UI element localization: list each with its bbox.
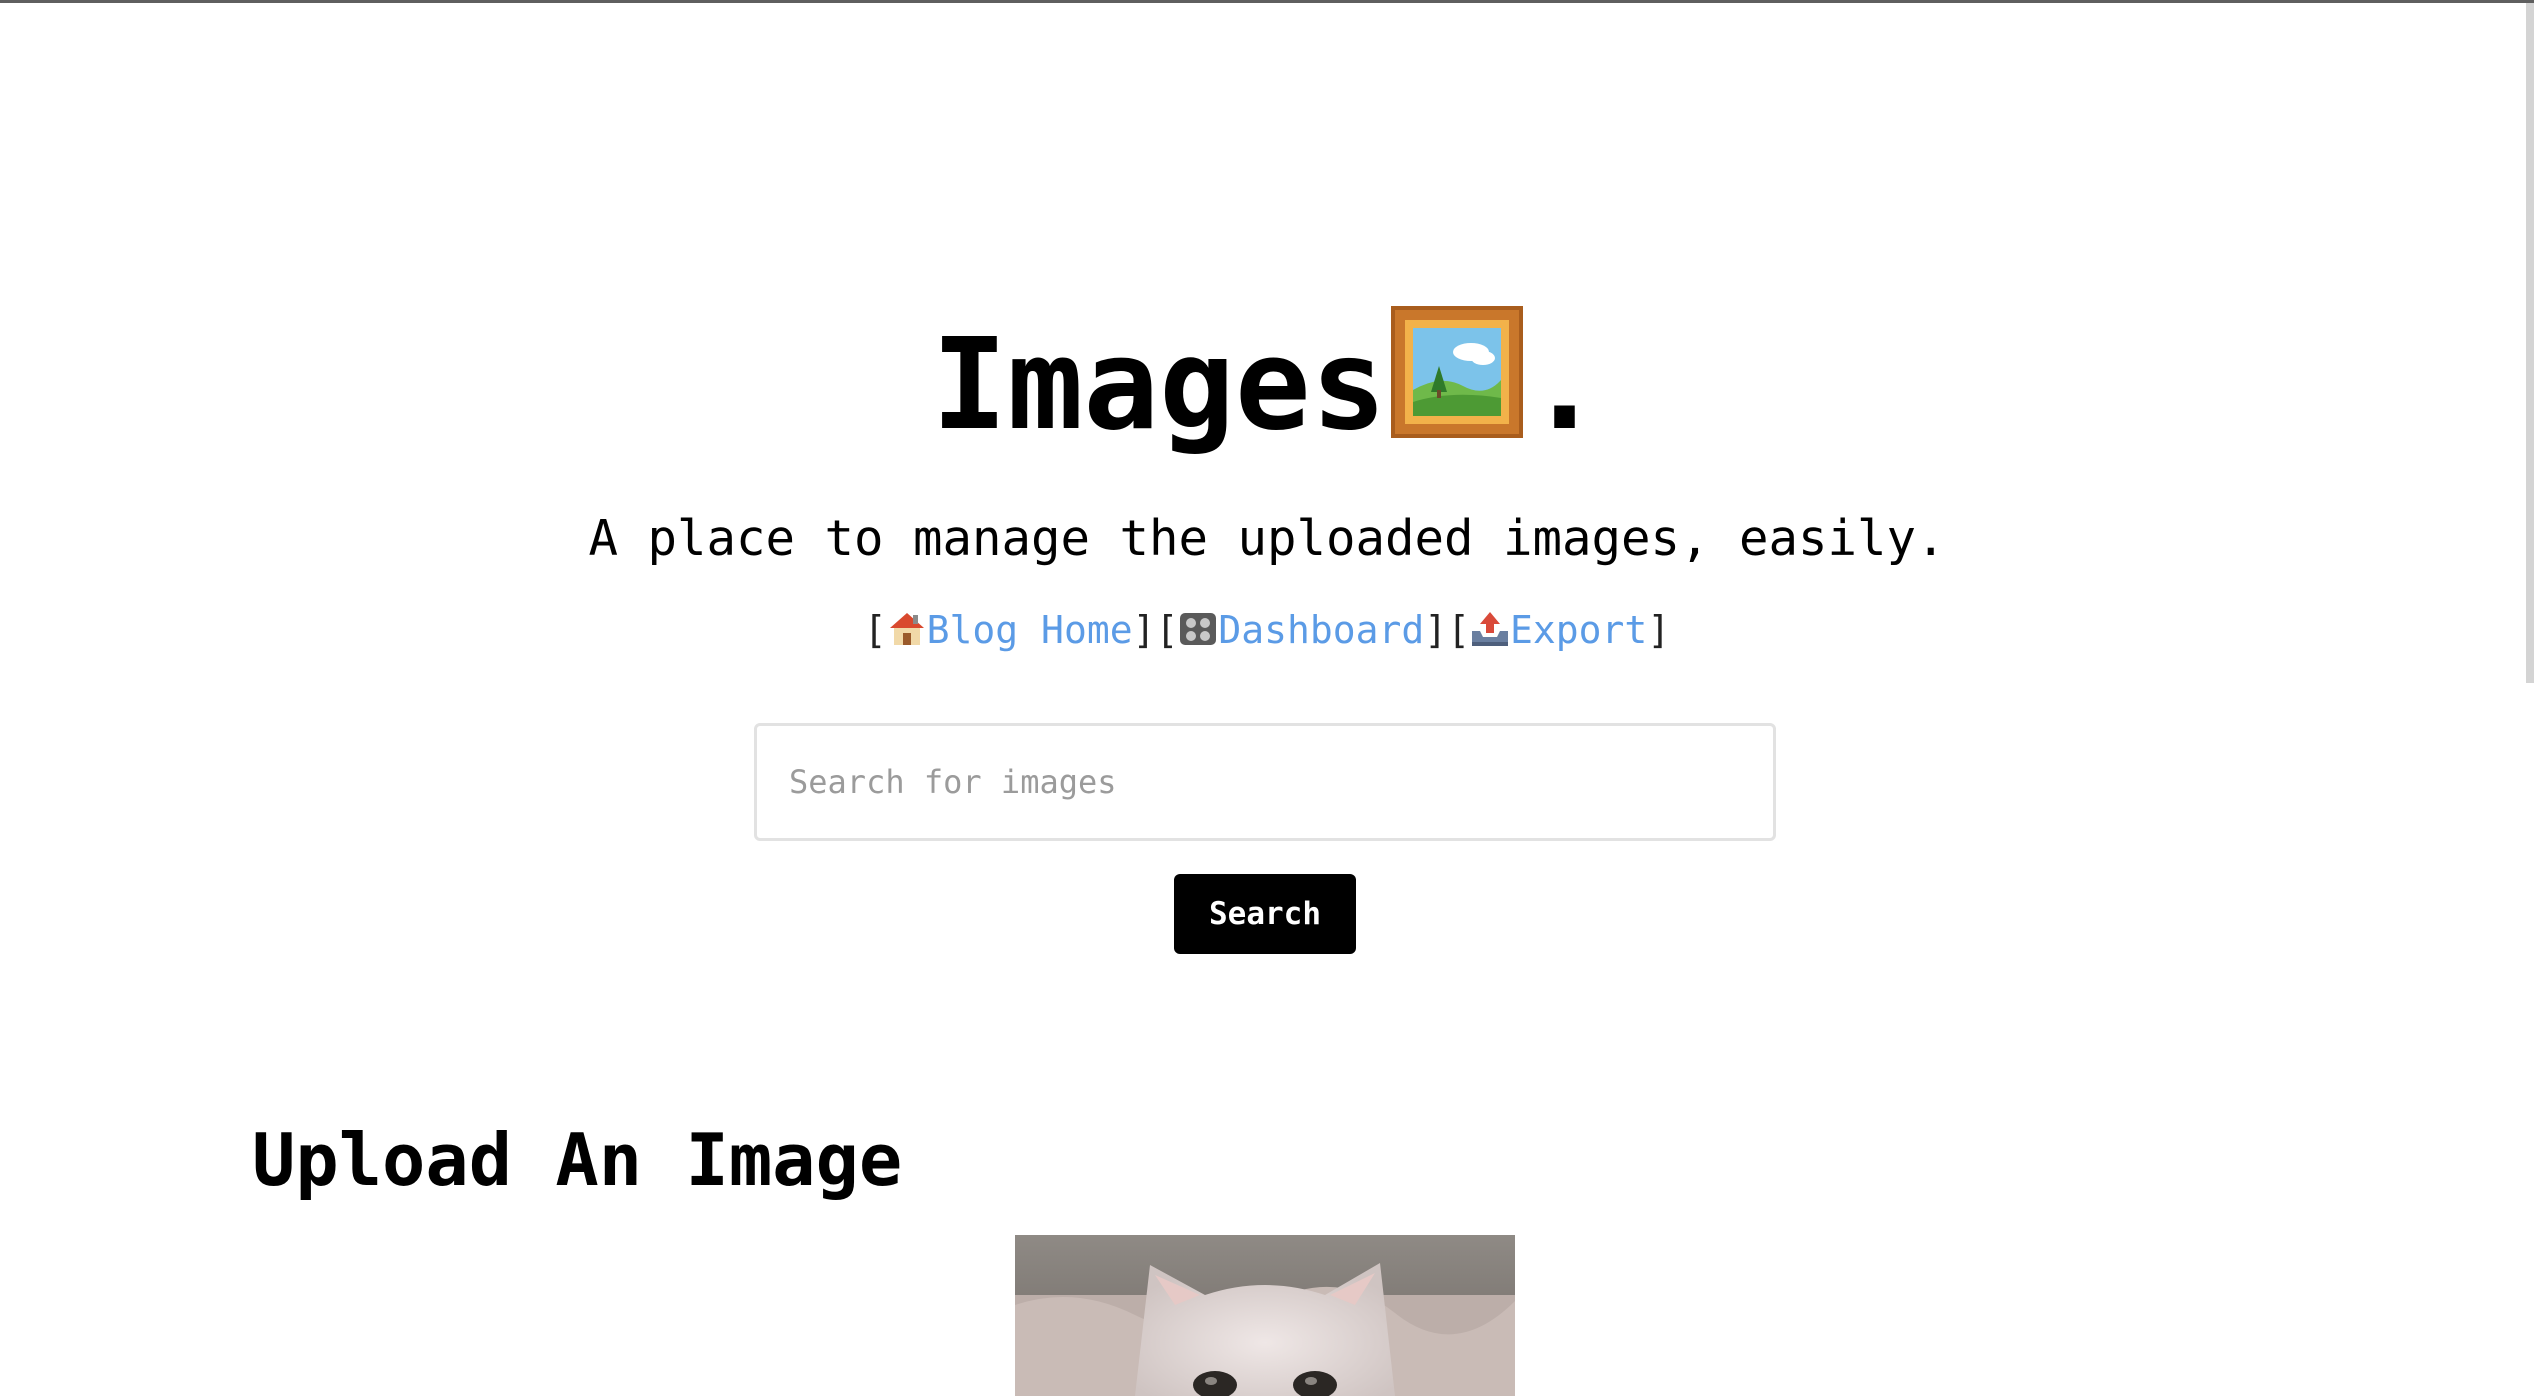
nav-bracket: [ <box>863 608 887 652</box>
control-knobs-icon <box>1178 608 1218 648</box>
upload-heading: Upload An Image <box>252 1118 903 1202</box>
nav-bracket: [ <box>1155 608 1179 652</box>
window-top-border <box>0 0 2534 3</box>
nav-bracket: [ <box>1447 608 1471 652</box>
page-title: Images . <box>0 305 2534 465</box>
nav-link-dashboard[interactable]: Dashboard <box>1178 608 1424 652</box>
house-icon <box>887 608 927 648</box>
nav-bracket: ] <box>1647 608 1671 652</box>
search-button[interactable]: Search <box>1174 874 1356 954</box>
page-subtitle: A place to manage the uploaded images, e… <box>588 510 1946 567</box>
nav-link-label: Dashboard <box>1218 608 1425 652</box>
outbox-tray-icon <box>1470 608 1510 648</box>
nav-links: [ Blog Home][ Dashboard][ Export] <box>0 602 2534 658</box>
nav-link-label: Export <box>1510 608 1648 652</box>
framed-picture-icon <box>1390 306 1523 438</box>
nav-link-export[interactable]: Export <box>1470 608 1647 652</box>
nav-bracket: ] <box>1424 608 1448 652</box>
page-title-period: . <box>1526 311 1603 458</box>
nav-link-blog-home[interactable]: Blog Home <box>887 608 1133 652</box>
search-input[interactable] <box>754 723 1776 841</box>
uploaded-image-preview[interactable] <box>1015 1235 1515 1396</box>
nav-link-label: Blog Home <box>926 608 1133 652</box>
nav-bracket: ] <box>1132 608 1156 652</box>
page-title-text: Images <box>931 311 1387 458</box>
